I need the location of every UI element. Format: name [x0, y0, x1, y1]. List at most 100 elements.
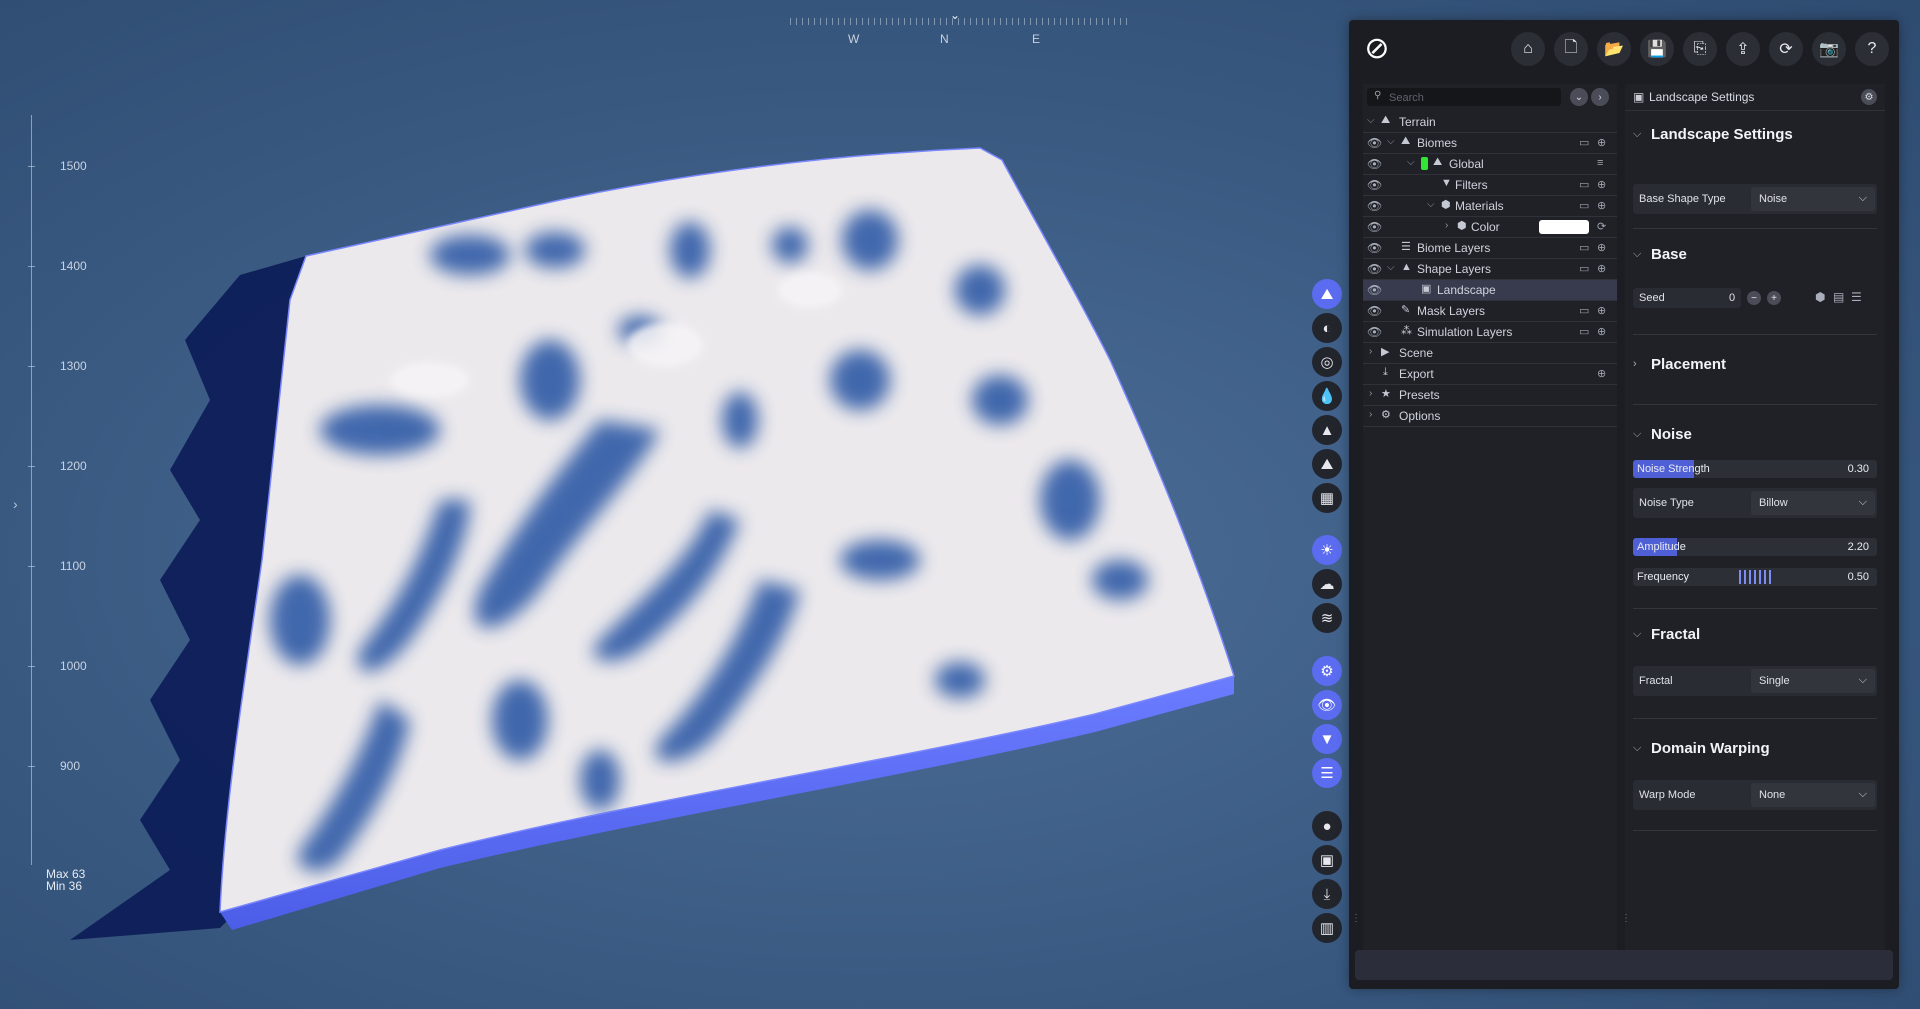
eye-icon[interactable]: 👁	[1367, 178, 1382, 192]
chevron-down-icon[interactable]: ⌵	[1387, 136, 1395, 147]
add-icon[interactable]: ⊕	[1597, 178, 1606, 191]
folder-icon[interactable]: ▭	[1579, 262, 1589, 275]
noise-type-select[interactable]: Billow ⌵	[1751, 491, 1875, 515]
refresh-button[interactable]: ⟳	[1769, 32, 1803, 66]
fractal-select[interactable]: Single ⌵	[1751, 669, 1875, 693]
chevron-down-icon[interactable]: ⌵	[1407, 157, 1415, 168]
refresh-icon[interactable]: ⟳	[1597, 220, 1606, 233]
eye-icon[interactable]: 👁	[1367, 304, 1382, 318]
save-as-button[interactable]: ⎘	[1683, 32, 1717, 66]
home-button[interactable]: ⌂	[1511, 32, 1545, 66]
base-shape-select[interactable]: Noise ⌵	[1751, 187, 1875, 211]
chevron-right-icon[interactable]: ›	[1445, 220, 1448, 231]
frequency-handle[interactable]	[1739, 570, 1771, 584]
eye-icon[interactable]: 👁	[1367, 283, 1382, 297]
eye-icon[interactable]: 👁	[1367, 157, 1382, 171]
tree-item-options[interactable]: › ⚙ Options	[1363, 406, 1617, 427]
download-tool-button[interactable]: ⤓	[1312, 879, 1342, 909]
terrain-tool-button[interactable]: ⛰	[1312, 449, 1342, 479]
export-button[interactable]: ⇪	[1726, 32, 1760, 66]
layers-tool-button[interactable]: ☰	[1312, 758, 1342, 788]
tree-item-scene[interactable]: › ▶ Scene	[1363, 343, 1617, 364]
chevron-right-icon[interactable]: ›	[13, 496, 18, 512]
terrain-mesh[interactable]	[0, 0, 1340, 1009]
chevron-down-icon[interactable]: ⌵	[1367, 115, 1375, 126]
eye-icon[interactable]: 👁	[1367, 220, 1382, 234]
column-resize-handle[interactable]: ⋮	[1621, 914, 1631, 924]
add-icon[interactable]: ⊕	[1597, 304, 1606, 317]
add-icon[interactable]: ⊕	[1597, 199, 1606, 212]
add-icon[interactable]: ⊕	[1597, 325, 1606, 338]
add-icon[interactable]: ⊕	[1597, 367, 1606, 380]
settings-options-button[interactable]: ⚙	[1861, 89, 1877, 105]
noise-strength-slider[interactable]: Noise Strength 0.30	[1633, 460, 1877, 478]
chevron-right-icon[interactable]: ›	[1369, 388, 1372, 399]
tree-item-mask-layers[interactable]: 👁 ✎ Mask Layers ▭ ⊕	[1363, 301, 1617, 322]
folder-icon[interactable]: ▭	[1579, 136, 1589, 149]
biome-tool-button[interactable]: ⛰	[1312, 279, 1342, 309]
folder-icon[interactable]: ▭	[1579, 241, 1589, 254]
tree-item-landscape[interactable]: 👁 ▣ Landscape	[1363, 280, 1617, 301]
search-input[interactable]	[1387, 88, 1561, 108]
image-tool-button[interactable]: ▣	[1312, 845, 1342, 875]
save-icon[interactable]: ▤	[1833, 290, 1844, 304]
clouds-tool-button[interactable]: ☁	[1312, 569, 1342, 599]
tree-item-terrain[interactable]: ⌵ ⛰ Terrain	[1363, 112, 1617, 133]
record-tool-button[interactable]: ●	[1312, 811, 1342, 841]
dice-icon[interactable]: ⬢	[1815, 290, 1825, 304]
tree-item-materials[interactable]: 👁 ⌵ ⬢ Materials ▭ ⊕	[1363, 196, 1617, 217]
eye-icon[interactable]: 👁	[1367, 136, 1382, 150]
shape-tool-button[interactable]: ▲	[1312, 415, 1342, 445]
screenshot-button[interactable]: 📷	[1812, 32, 1846, 66]
color-swatch[interactable]	[1539, 220, 1589, 234]
compass[interactable]: ⌄ W N E	[790, 8, 1130, 48]
tree-item-export[interactable]: ⤓ Export ⊕	[1363, 364, 1617, 385]
eye-icon[interactable]: 👁	[1367, 199, 1382, 213]
open-folder-button[interactable]: 📂	[1597, 32, 1631, 66]
folder-icon[interactable]: ▭	[1579, 199, 1589, 212]
chevron-right-icon[interactable]: ›	[1369, 346, 1372, 357]
tree-item-presets[interactable]: › ★ Presets	[1363, 385, 1617, 406]
settings-tool-button[interactable]: ⚙	[1312, 656, 1342, 686]
tree-item-color[interactable]: 👁 › ⬢ Color ⟳	[1363, 217, 1617, 238]
stack-icon[interactable]: ☰	[1851, 290, 1862, 304]
tree-item-simulation-layers[interactable]: 👁 ⁂ Simulation Layers ▭ ⊕	[1363, 322, 1617, 343]
chevron-right-icon[interactable]: ›	[1369, 409, 1372, 420]
frequency-slider[interactable]: Frequency 0.50	[1633, 568, 1877, 586]
stats-tool-button[interactable]: ▥	[1312, 913, 1342, 943]
amplitude-slider[interactable]: Amplitude 2.20	[1633, 538, 1877, 556]
collapse-button[interactable]: ⌄	[1570, 88, 1588, 106]
tree-item-global[interactable]: 👁 ⌵ ⛰ Global ≡	[1363, 154, 1617, 175]
tree-item-biome-layers[interactable]: 👁 ☰ Biome Layers ▭ ⊕	[1363, 238, 1617, 259]
add-icon[interactable]: ⊕	[1597, 136, 1606, 149]
seed-field[interactable]: Seed 0	[1633, 288, 1741, 308]
folder-icon[interactable]: ▭	[1579, 325, 1589, 338]
eye-icon[interactable]: 👁	[1367, 262, 1382, 276]
fog-tool-button[interactable]: ≋	[1312, 603, 1342, 633]
water-tool-button[interactable]: 💧	[1312, 381, 1342, 411]
resize-handle[interactable]: ⋮	[1351, 914, 1361, 924]
folder-icon[interactable]: ▭	[1579, 304, 1589, 317]
tree-item-shape-layers[interactable]: 👁 ⌵ ▲ Shape Layers ▭ ⊕	[1363, 259, 1617, 280]
add-icon[interactable]: ⊕	[1597, 262, 1606, 275]
visibility-tool-button[interactable]: 👁	[1312, 690, 1342, 720]
warp-mode-select[interactable]: None ⌵	[1751, 783, 1875, 807]
3d-viewport[interactable]: 1500 1400 1300 1200 1100 1000 900 Max 63…	[0, 0, 1340, 1009]
eye-icon[interactable]: 👁	[1367, 241, 1382, 255]
material-tool-button[interactable]: ◎	[1312, 347, 1342, 377]
layers-icon[interactable]: ≡	[1597, 157, 1603, 169]
chevron-down-icon[interactable]: ⌵	[1387, 262, 1395, 273]
eye-icon[interactable]: 👁	[1367, 325, 1382, 339]
folder-icon[interactable]: ▭	[1579, 178, 1589, 191]
expand-button[interactable]: ›	[1591, 88, 1609, 106]
seed-increment-button[interactable]: +	[1767, 291, 1781, 305]
tree-item-biomes[interactable]: 👁 ⌵ ⛰ Biomes ▭ ⊕	[1363, 133, 1617, 154]
grid-tool-button[interactable]: ▦	[1312, 483, 1342, 513]
save-button[interactable]: 💾	[1640, 32, 1674, 66]
seed-decrement-button[interactable]: −	[1747, 291, 1761, 305]
chevron-down-icon[interactable]: ⌵	[1427, 199, 1435, 210]
sun-tool-button[interactable]: ☀	[1312, 535, 1342, 565]
tree-item-filters[interactable]: 👁 ▼ Filters ▭ ⊕	[1363, 175, 1617, 196]
filter-tool-button[interactable]: ▼	[1312, 724, 1342, 754]
seed-value[interactable]: 0	[1729, 292, 1735, 304]
